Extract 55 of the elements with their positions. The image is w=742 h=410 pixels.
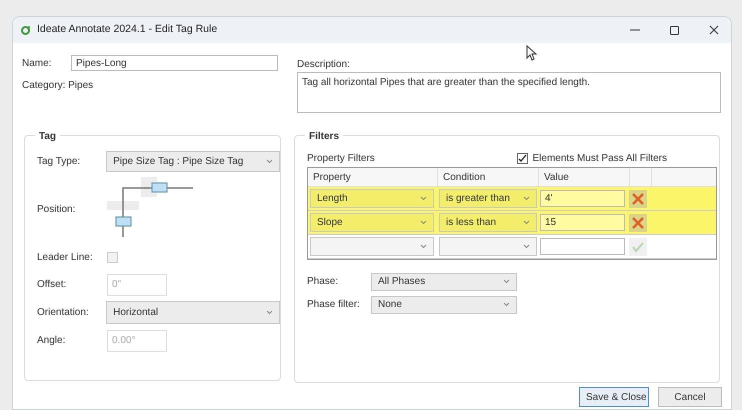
chevron-icon <box>420 244 427 249</box>
value-field[interactable] <box>540 238 625 255</box>
column-header: Condition <box>438 168 539 186</box>
condition-dropdown[interactable]: is less than <box>439 213 537 232</box>
check-icon[interactable] <box>629 238 647 256</box>
orientation-dropdown[interactable]: Horizontal <box>106 300 280 324</box>
tag-type-dropdown[interactable]: Pipe Size Tag : Pipe Size Tag <box>106 150 280 172</box>
chevron-icon <box>523 244 530 249</box>
cancel-button[interactable]: Cancel <box>658 387 722 407</box>
column-header: Property <box>308 168 438 186</box>
phase-label: Phase: <box>307 275 340 289</box>
description-field[interactable]: Tag all horizontal Pipes that are greater than the specified length. <box>297 72 721 113</box>
property-filters-label: Property Filters <box>307 152 376 166</box>
angle-field[interactable]: 0.00° <box>107 330 167 352</box>
name-field[interactable]: Pipes-Long <box>71 55 278 71</box>
column-header: Value <box>539 168 630 186</box>
value-field[interactable]: 15 <box>540 214 625 231</box>
chevron-icon <box>266 158 273 164</box>
window-title: Ideate Annotate 2024.1 - Edit Tag Rule <box>37 22 218 38</box>
mouse-cursor-icon <box>526 45 537 61</box>
group-title: Tag <box>35 129 60 144</box>
leader-line-label: Leader Line: <box>37 250 94 264</box>
angle-label: Angle: <box>37 334 66 348</box>
chevron-icon <box>420 196 427 201</box>
offset-label: Offset: <box>37 278 68 292</box>
phase-dropdown[interactable]: All Phases <box>371 272 517 290</box>
phase-filter-dropdown[interactable]: None <box>371 296 517 314</box>
category-label: Category: Pipes <box>22 79 94 93</box>
delete-icon[interactable] <box>629 214 647 232</box>
delete-icon[interactable] <box>629 190 647 208</box>
condition-dropdown[interactable]: is greater than <box>439 189 537 208</box>
must-pass-checkbox[interactable] <box>516 152 528 164</box>
chevron-icon <box>420 220 427 225</box>
save-close-button[interactable]: Save & Close <box>579 387 649 407</box>
tag-type-label: Tag Type: <box>37 154 82 168</box>
value-field[interactable]: 4' <box>540 190 625 207</box>
chevron-icon <box>523 196 530 201</box>
property-dropdown[interactable]: Slope <box>310 213 434 232</box>
property-dropdown[interactable]: Length <box>310 189 434 208</box>
maximize-icon[interactable] <box>670 26 679 34</box>
app-logo-icon <box>21 25 31 35</box>
must-pass-label: Elements Must Pass All Filters <box>532 152 667 166</box>
chevron-icon <box>266 310 273 314</box>
orientation-label: Orientation: <box>37 306 90 320</box>
name-label: Name: <box>22 56 52 70</box>
position-label: Position: <box>37 202 76 216</box>
close-icon[interactable] <box>709 25 719 35</box>
chevron-icon <box>523 220 530 225</box>
leader-line-checkbox[interactable] <box>107 252 118 262</box>
phase-filter-label: Phase filter: <box>307 298 361 312</box>
offset-field[interactable]: 0" <box>107 274 167 296</box>
minimize-icon[interactable] <box>630 29 640 31</box>
chevron-icon <box>503 302 510 307</box>
chevron-icon <box>503 279 510 284</box>
description-label: Description: <box>297 58 351 72</box>
